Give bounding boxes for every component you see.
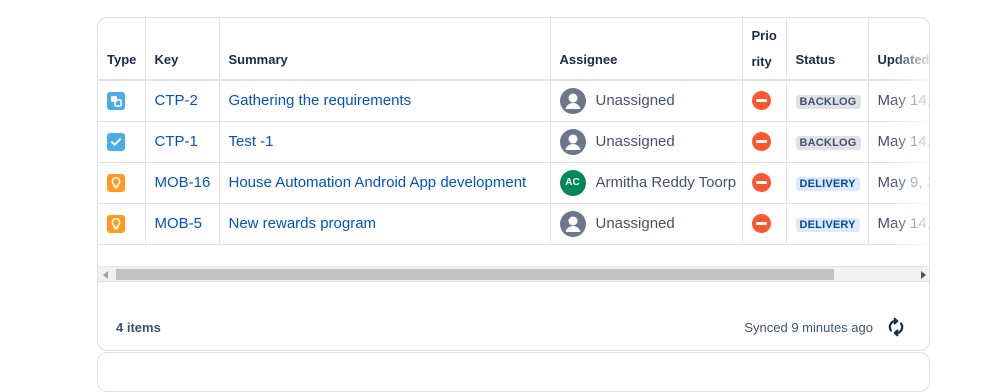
table-footer: 4 items Synced 9 minutes ago [98,284,929,350]
header-assignee[interactable]: Assignee [550,18,743,81]
cell-updated: May 14, [868,203,930,245]
header-priority-line2: rity [751,54,772,69]
subtask-icon [107,91,125,110]
cell-type [98,80,146,122]
avatar: AC [559,169,586,196]
status-badge: BACKLOG [795,136,861,150]
header-priority[interactable]: Prio rity [742,18,787,81]
cell-status: BACKLOG [786,80,869,122]
cell-key: MOB-16 [145,162,220,204]
updated-date: May 9, 2 [877,174,930,191]
cell-priority [742,80,787,122]
item-count: 4 items [116,320,161,335]
table-row: CTP-1 Test -1 Unassigned BACKLOG May 14, [98,121,930,163]
issue-key-link[interactable]: CTP-1 [155,133,198,150]
cell-priority [742,203,787,245]
cell-priority [742,121,787,163]
cell-assignee: Unassigned [550,80,743,122]
header-updated[interactable]: Updated [868,18,929,81]
issues-table-viewport: Type Key Summary Assignee Prio rity Statu… [98,18,930,266]
issues-table: Type Key Summary Assignee Prio rity Statu… [98,18,930,245]
issue-key-link[interactable]: CTP-2 [155,92,198,109]
cell-type [98,162,146,204]
cell-summary: House Automation Android App development [219,162,551,204]
person-icon [559,128,586,155]
cell-key: MOB-5 [145,203,220,245]
header-status[interactable]: Status [786,18,869,81]
cell-updated: May 14, [868,80,930,122]
assignee-name: Unassigned [595,92,675,110]
updated-date: May 14, [877,133,930,150]
cell-updated: May 9, 2 [868,162,930,204]
cell-key: CTP-1 [145,121,220,163]
status-badge: DELIVERY [795,177,860,191]
person-icon [559,87,586,114]
status-badge: BACKLOG [795,95,861,110]
cell-status: DELIVERY [786,162,869,204]
cell-status: BACKLOG [786,121,869,163]
assignee-name: Unassigned [595,133,675,150]
priority-blocker-icon [751,173,771,192]
updated-date: May 14, [877,92,930,110]
table-header-row: Type Key Summary Assignee Prio rity Statu… [98,18,929,81]
updated-date: May 14, [877,215,930,232]
table-row: MOB-16 House Automation Android App deve… [98,162,930,204]
refresh-icon[interactable] [886,317,906,337]
idea-icon [107,173,125,192]
issues-table-card: Type Key Summary Assignee Prio rity Statu… [97,17,930,351]
scrollbar-thumb[interactable] [116,269,834,280]
assignee-name: Unassigned [595,215,675,232]
person-icon [559,210,586,237]
cell-key: CTP-2 [145,80,220,122]
priority-blocker-icon [751,132,771,151]
cell-assignee: AC Armitha Reddy Toorp [550,162,743,204]
priority-blocker-icon [751,91,771,111]
header-summary[interactable]: Summary [219,18,551,81]
cell-updated: May 14, [868,121,930,163]
status-badge: DELIVERY [795,218,860,232]
header-key[interactable]: Key [145,18,220,81]
issue-summary-link[interactable]: New rewards program [229,215,377,232]
cell-summary: New rewards program [219,203,551,245]
sync-status: Synced 9 minutes ago [744,320,873,335]
next-card [97,352,930,392]
header-priority-line1: Prio [751,28,777,43]
cell-assignee: Unassigned [550,203,743,245]
idea-icon [107,214,125,233]
assignee-name: Armitha Reddy Toorp [595,174,737,191]
issue-key-link[interactable]: MOB-16 [155,174,211,191]
issue-summary-link[interactable]: Test -1 [229,133,274,150]
table-row: CTP-2 Gathering the requirements Unassig… [98,80,930,122]
issue-summary-link[interactable]: House Automation Android App development [229,174,527,191]
horizontal-scrollbar[interactable] [98,266,929,282]
scroll-right-icon[interactable] [915,267,929,282]
table-row: MOB-5 New rewards program Unassigned DEL… [98,203,930,245]
cell-assignee: Unassigned [550,121,743,163]
priority-blocker-icon [751,214,771,233]
issue-summary-link[interactable]: Gathering the requirements [229,92,412,109]
cell-status: DELIVERY [786,203,869,245]
task-icon [107,132,125,151]
issue-key-link[interactable]: MOB-5 [155,215,203,232]
scroll-left-icon[interactable] [98,267,114,282]
cell-priority [742,162,787,204]
cell-summary: Gathering the requirements [219,80,551,122]
header-type[interactable]: Type [98,18,146,81]
cell-type [98,203,146,245]
cell-summary: Test -1 [219,121,551,163]
cell-type [98,121,146,163]
